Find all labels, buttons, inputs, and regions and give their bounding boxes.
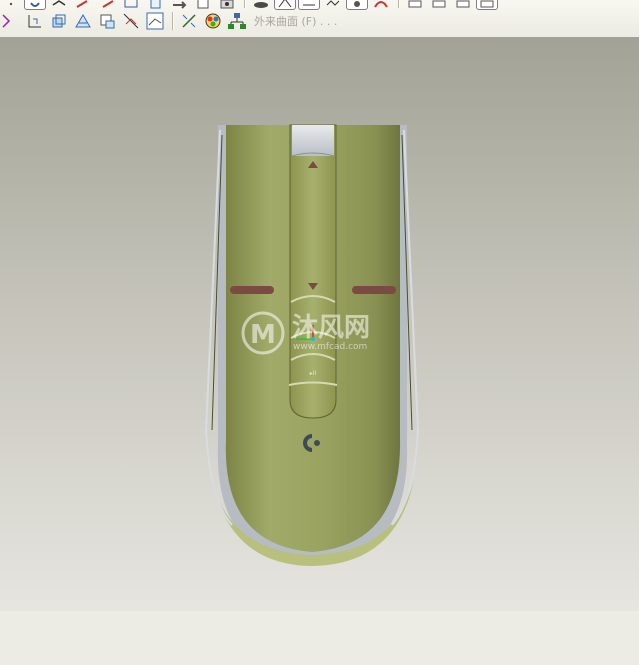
- toolbar-separator: [244, 0, 246, 8]
- unknown-tool[interactable]: [322, 0, 344, 10]
- window-tool[interactable]: [404, 0, 426, 10]
- toolbar-row-bottom: 外来曲面 (F) . . .: [0, 10, 337, 32]
- dimension-tool[interactable]: [24, 10, 46, 32]
- sweep-tool[interactable]: [96, 10, 118, 32]
- trim-tool[interactable]: [96, 0, 118, 10]
- pattern-tool[interactable]: [0, 10, 22, 32]
- rotate-tool[interactable]: [168, 0, 190, 10]
- status-bar: [0, 611, 639, 665]
- style-tool[interactable]: [144, 10, 166, 32]
- mouse-model: ▸II M 沐风网 www.mfcad.com: [204, 124, 420, 566]
- mirror-tool[interactable]: [274, 0, 296, 10]
- rotate-tool-2[interactable]: [298, 0, 320, 10]
- menu-dot-icon[interactable]: [0, 0, 22, 10]
- right-accent-bar: [352, 286, 396, 294]
- watermark-main: 沐风网: [292, 313, 370, 343]
- model-tree-tool[interactable]: [226, 10, 248, 32]
- toolbar-separator: [172, 12, 174, 30]
- scroll-wheel[interactable]: [292, 125, 334, 156]
- toolbar-separator: [398, 0, 400, 8]
- toolbar-row-top: [0, 0, 500, 10]
- revolve-tool[interactable]: [72, 10, 94, 32]
- pointer-tool[interactable]: [24, 0, 46, 10]
- layer-tool[interactable]: [216, 0, 238, 10]
- extrude-tool[interactable]: [48, 10, 70, 32]
- window-tool-3[interactable]: [452, 0, 474, 10]
- copy-tool[interactable]: [144, 0, 166, 10]
- left-accent-bar: [230, 286, 274, 294]
- color-tool[interactable]: [370, 0, 392, 10]
- sketch-tool[interactable]: [48, 0, 70, 10]
- appearance-tool[interactable]: [202, 10, 224, 32]
- paste-special-tool[interactable]: [250, 0, 272, 10]
- watermark-sub: www.mfcad.com: [293, 342, 367, 352]
- play-pause-label: ▸II: [310, 370, 317, 377]
- datum-tool[interactable]: [192, 0, 214, 10]
- blend-tool[interactable]: [120, 10, 142, 32]
- svg-text:M: M: [250, 320, 276, 350]
- window-tool-4[interactable]: [476, 0, 498, 10]
- view-tool[interactable]: [346, 0, 368, 10]
- line-tool[interactable]: [72, 0, 94, 10]
- style-manager-tool[interactable]: [178, 10, 200, 32]
- main-toolbar: 外来曲面 (F) . . .: [0, 0, 639, 38]
- model-viewport[interactable]: ▸II M 沐风网 www.mfcad.com: [0, 37, 639, 611]
- offset-tool[interactable]: [120, 0, 142, 10]
- external-surface-menu[interactable]: 外来曲面 (F) . . .: [254, 13, 337, 29]
- window-tool-2[interactable]: [428, 0, 450, 10]
